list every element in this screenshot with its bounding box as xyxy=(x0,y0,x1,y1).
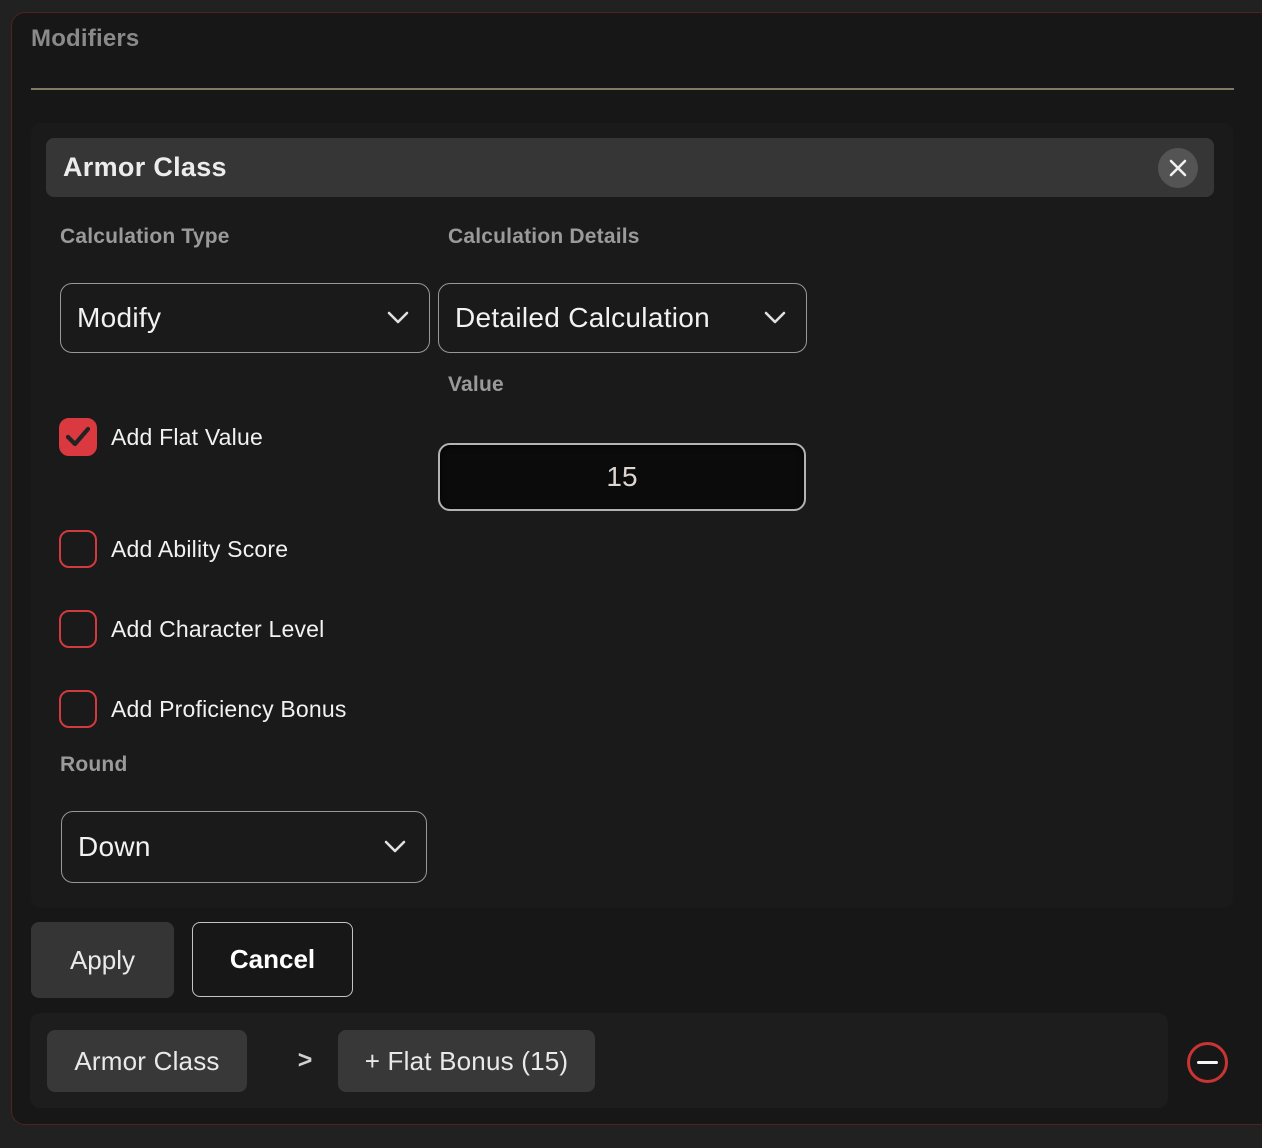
modifier-editor-card: Armor Class Calculation Type Calculation… xyxy=(31,123,1233,908)
checkbox-row-ability-score: Add Ability Score xyxy=(59,530,288,568)
checkbox-row-character-level: Add Character Level xyxy=(59,610,324,648)
close-icon xyxy=(1167,157,1189,179)
modifier-separator: > xyxy=(285,1013,325,1108)
page-title: Modifiers xyxy=(31,25,139,53)
calc-details-value: Detailed Calculation xyxy=(455,302,710,334)
ability-score-checkbox[interactable] xyxy=(59,530,97,568)
value-label: Value xyxy=(448,373,504,397)
calc-type-label: Calculation Type xyxy=(60,225,230,249)
chevron-down-icon xyxy=(384,840,406,854)
screen: Modifiers Armor Class Calculation Type C… xyxy=(0,0,1262,1148)
round-value: Down xyxy=(78,831,151,863)
apply-button[interactable]: Apply xyxy=(31,922,174,998)
cancel-button[interactable]: Cancel xyxy=(192,922,353,997)
checkbox-row-flat-value: Add Flat Value xyxy=(59,418,263,456)
modifier-title: Armor Class xyxy=(63,152,227,183)
proficiency-bonus-checkbox[interactable] xyxy=(59,690,97,728)
close-button[interactable] xyxy=(1158,148,1198,188)
modifier-source-chip[interactable]: Armor Class xyxy=(47,1030,247,1092)
character-level-checkbox[interactable] xyxy=(59,610,97,648)
check-icon xyxy=(65,426,91,448)
flat-value-checkbox[interactable] xyxy=(59,418,97,456)
calc-type-select[interactable]: Modify xyxy=(60,283,430,353)
checkbox-row-proficiency-bonus: Add Proficiency Bonus xyxy=(59,690,347,728)
minus-icon xyxy=(1197,1061,1218,1065)
calc-details-select[interactable]: Detailed Calculation xyxy=(438,283,807,353)
remove-modifier-button[interactable] xyxy=(1187,1042,1228,1083)
section-divider xyxy=(31,88,1234,90)
value-input[interactable] xyxy=(438,443,806,511)
calc-type-value: Modify xyxy=(77,302,161,334)
proficiency-bonus-label: Add Proficiency Bonus xyxy=(111,696,347,723)
round-label: Round xyxy=(60,753,127,777)
round-select[interactable]: Down xyxy=(61,811,427,883)
character-level-label: Add Character Level xyxy=(111,616,324,643)
ability-score-label: Add Ability Score xyxy=(111,536,288,563)
modifiers-panel: Modifiers Armor Class Calculation Type C… xyxy=(11,12,1262,1125)
chevron-down-icon xyxy=(387,311,409,325)
chevron-down-icon xyxy=(764,311,786,325)
flat-value-label: Add Flat Value xyxy=(111,424,263,451)
modifier-effect-chip[interactable]: + Flat Bonus (15) xyxy=(338,1030,595,1092)
modifier-header: Armor Class xyxy=(46,138,1214,197)
calc-details-label: Calculation Details xyxy=(448,225,640,249)
modifier-summary-row: Armor Class > + Flat Bonus (15) xyxy=(30,1013,1168,1108)
